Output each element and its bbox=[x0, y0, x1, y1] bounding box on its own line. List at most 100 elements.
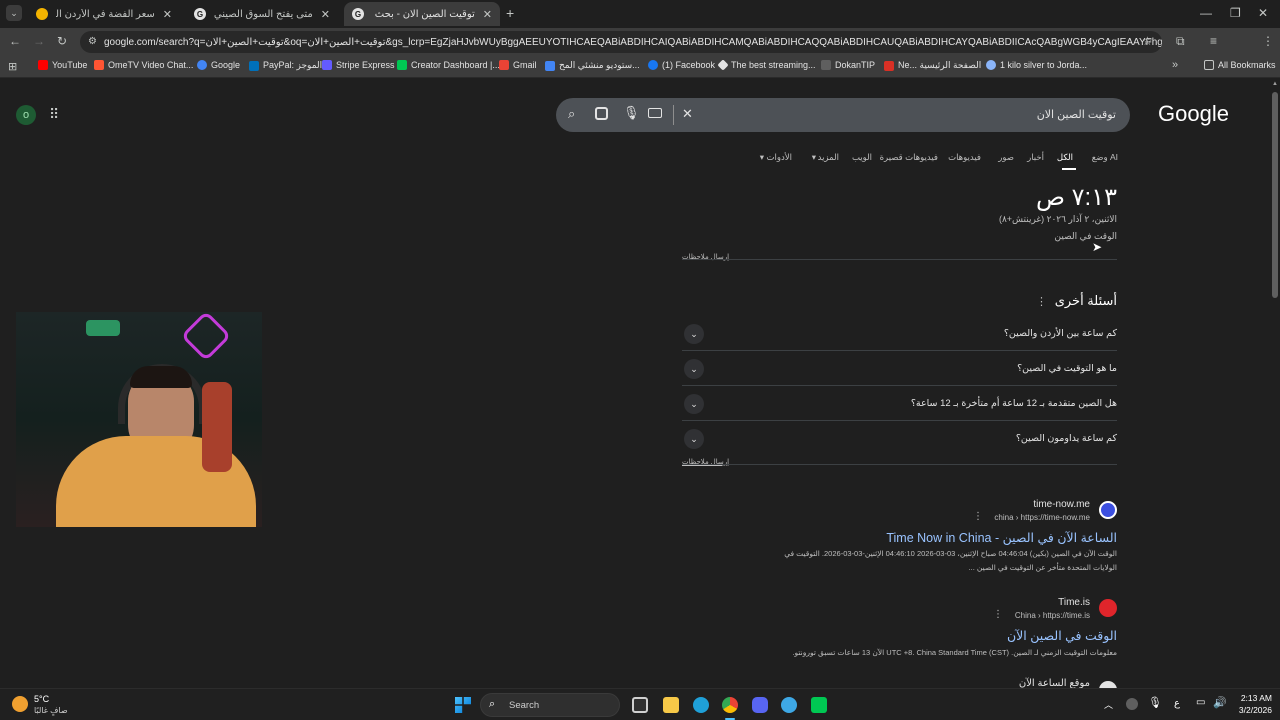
bookmark-studio[interactable]: ستوديو منشئي المح... bbox=[545, 60, 640, 71]
result-site-name[interactable]: Time.is bbox=[1058, 597, 1090, 608]
tab-videos[interactable]: فيديوهات bbox=[948, 152, 981, 163]
bookmark-label: The best streaming... bbox=[731, 60, 816, 70]
bookmark-silver-jordan[interactable]: 1 kilo silver to Jorda... bbox=[986, 60, 1087, 70]
lens-icon[interactable] bbox=[595, 107, 608, 120]
taskbar-search[interactable]: ⌕ Search bbox=[480, 693, 620, 717]
weather-widget[interactable]: 5°C صافٍ غالبًا bbox=[10, 692, 100, 718]
result-site-name[interactable]: time-now.me bbox=[1033, 499, 1090, 510]
bookmark-stripe[interactable]: Stripe Express bbox=[322, 60, 395, 70]
new-tab-icon[interactable]: + bbox=[506, 5, 514, 21]
tab-images[interactable]: صور bbox=[998, 152, 1014, 163]
system-clock[interactable]: 2:13 AM 3/2/2026 bbox=[1232, 693, 1272, 715]
mic-icon[interactable]: 🎙 bbox=[1148, 696, 1162, 709]
tab-title: توقيت الصين الان - بحث Google bbox=[372, 8, 475, 20]
close-icon[interactable]: ✕ bbox=[321, 8, 330, 21]
result-more-icon[interactable]: ⋮ bbox=[973, 511, 983, 522]
result-favicon-icon[interactable] bbox=[1099, 681, 1117, 688]
bookmark-paypal[interactable]: PayPal: الموجز bbox=[249, 60, 322, 71]
account-avatar[interactable]: o bbox=[16, 105, 36, 125]
tab-more[interactable]: المزيد bbox=[818, 152, 839, 163]
result-favicon-icon[interactable] bbox=[1099, 599, 1117, 617]
result-site-name[interactable]: موقع الساعة الآن bbox=[1019, 678, 1090, 688]
bookmark-star-icon[interactable]: ☆ bbox=[1142, 34, 1153, 48]
paa-question[interactable]: ⌄ كم ساعة بين الأردن والصين؟ bbox=[682, 316, 1117, 351]
paa-question[interactable]: ⌄ ما هو التوقيت في الصين؟ bbox=[682, 351, 1117, 386]
result-more-icon[interactable]: ⋮ bbox=[993, 609, 1003, 620]
tab-web[interactable]: الويب bbox=[852, 152, 872, 163]
restore-icon[interactable]: ❐ bbox=[1230, 6, 1241, 20]
tab-news[interactable]: أخبار bbox=[1027, 152, 1044, 163]
tab-china-market[interactable]: G متى يفتح السوق الصيني للتداول ✕ bbox=[186, 2, 338, 26]
reload-icon[interactable]: ↻ bbox=[57, 34, 67, 48]
search-icon[interactable]: ⌕ bbox=[568, 106, 575, 122]
paa-question[interactable]: ⌄ هل الصين متقدمة بـ 12 ساعة أم متأخرة ب… bbox=[682, 386, 1117, 421]
scrollbar-thumb[interactable] bbox=[1272, 92, 1278, 298]
address-bar[interactable]: ⚙ google.com/search?q=توقيت+الصين+الان&o… bbox=[80, 31, 1162, 53]
menu-icon[interactable]: ⋮ bbox=[1262, 34, 1274, 48]
tab-tools[interactable]: الأدوات bbox=[767, 152, 792, 163]
extensions-icon[interactable]: ⧉ bbox=[1176, 34, 1185, 49]
more-bookmarks-icon[interactable]: » bbox=[1172, 59, 1178, 71]
close-window-icon[interactable]: ✕ bbox=[1258, 6, 1268, 20]
copilot-icon[interactable] bbox=[1126, 698, 1138, 710]
input-language[interactable]: ع bbox=[1174, 698, 1180, 709]
search-box[interactable]: ⌕ 🎙 ✕ توقيت الصين الان bbox=[556, 98, 1130, 132]
google-icon: G bbox=[352, 8, 364, 20]
task-view-icon[interactable] bbox=[632, 697, 648, 713]
file-explorer-icon[interactable] bbox=[663, 697, 679, 713]
volume-icon[interactable]: 🔊 bbox=[1213, 696, 1227, 709]
result-title[interactable]: الساعة الآن في الصين - Time Now in China bbox=[886, 530, 1117, 545]
bookmark-ometv[interactable]: OmeTV Video Chat... bbox=[94, 60, 193, 70]
tab-ai-mode[interactable]: وضع AI bbox=[1092, 152, 1118, 163]
result-title[interactable]: الوقت في الصين الآن bbox=[1007, 628, 1117, 643]
minimize-icon[interactable]: — bbox=[1200, 6, 1212, 20]
tab-short-videos[interactable]: فيديوهات قصيرة bbox=[880, 152, 938, 163]
clear-icon[interactable]: ✕ bbox=[682, 106, 693, 122]
search-input[interactable]: توقيت الصين الان bbox=[1037, 108, 1116, 121]
search-result: موقع الساعة الآن bbox=[690, 677, 1117, 688]
apps-icon[interactable]: ⊞ bbox=[8, 60, 17, 73]
scroll-up-icon[interactable]: ▲ bbox=[1272, 81, 1278, 87]
edge-icon[interactable] bbox=[693, 697, 709, 713]
bookmark-creator-dashboard[interactable]: Creator Dashboard |... bbox=[397, 60, 500, 70]
tab-all[interactable]: الكل bbox=[1057, 152, 1073, 163]
search-result: Time.is ⋮ China › https://time.is الوقت … bbox=[690, 595, 1117, 665]
windows-start-icon[interactable] bbox=[455, 697, 471, 713]
tab-china-time[interactable]: G توقيت الصين الان - بحث Google ✕ bbox=[344, 2, 500, 26]
tab-silver-price[interactable]: سعر الفضة في الأردن اليوم ✕ bbox=[28, 2, 180, 26]
result-favicon-icon[interactable] bbox=[1099, 501, 1117, 519]
streaming-icon bbox=[717, 59, 729, 71]
all-bookmarks[interactable]: All Bookmarks bbox=[1204, 60, 1276, 70]
forward-icon[interactable]: → bbox=[33, 34, 45, 48]
bookmark-dokantip[interactable]: DokanTIP bbox=[821, 60, 875, 70]
bookmark-homepage[interactable]: Ne... الصفحة الرئيسية bbox=[884, 60, 981, 71]
close-icon[interactable]: ✕ bbox=[163, 8, 172, 21]
bookmark-gmail[interactable]: Gmail bbox=[499, 60, 537, 70]
bookmark-youtube[interactable]: YouTube bbox=[38, 60, 87, 70]
chevron-down-icon[interactable]: ⌄ bbox=[684, 359, 704, 379]
media-icon[interactable]: ≡ bbox=[1210, 34, 1217, 48]
bookmark-google[interactable]: Google bbox=[197, 60, 240, 70]
bookmark-facebook[interactable]: (1) Facebook bbox=[648, 60, 715, 70]
mic-icon[interactable]: 🎙 bbox=[623, 105, 640, 121]
tab-search-dropdown-icon[interactable]: ⌄ bbox=[6, 5, 22, 21]
paa-question[interactable]: ⌄ كم ساعة يداومون الصين؟ bbox=[682, 421, 1117, 456]
app-icon[interactable] bbox=[781, 697, 797, 713]
chevron-down-icon[interactable]: ⌄ bbox=[684, 394, 704, 414]
bookmark-streaming[interactable]: The best streaming... bbox=[717, 59, 816, 71]
bookmark-label: DokanTIP bbox=[835, 60, 876, 70]
google-apps-icon[interactable]: ⠿ bbox=[49, 106, 59, 123]
back-icon[interactable]: ← bbox=[9, 34, 21, 48]
tray-overflow-icon[interactable]: ︿ bbox=[1104, 698, 1113, 711]
chevron-down-icon[interactable]: ⌄ bbox=[684, 324, 704, 344]
chevron-down-icon[interactable]: ⌄ bbox=[684, 429, 704, 449]
close-icon[interactable]: ✕ bbox=[483, 8, 492, 21]
network-icon[interactable]: ▭ bbox=[1196, 697, 1205, 708]
chrome-icon[interactable] bbox=[722, 697, 738, 713]
paa-more-icon[interactable]: ⋮ bbox=[1036, 295, 1047, 308]
terminal-icon[interactable] bbox=[811, 697, 827, 713]
google-logo[interactable]: Google bbox=[1158, 101, 1229, 127]
discord-icon[interactable] bbox=[752, 697, 768, 713]
keyboard-icon[interactable] bbox=[648, 108, 662, 118]
site-info-icon[interactable]: ⚙ bbox=[88, 36, 97, 47]
